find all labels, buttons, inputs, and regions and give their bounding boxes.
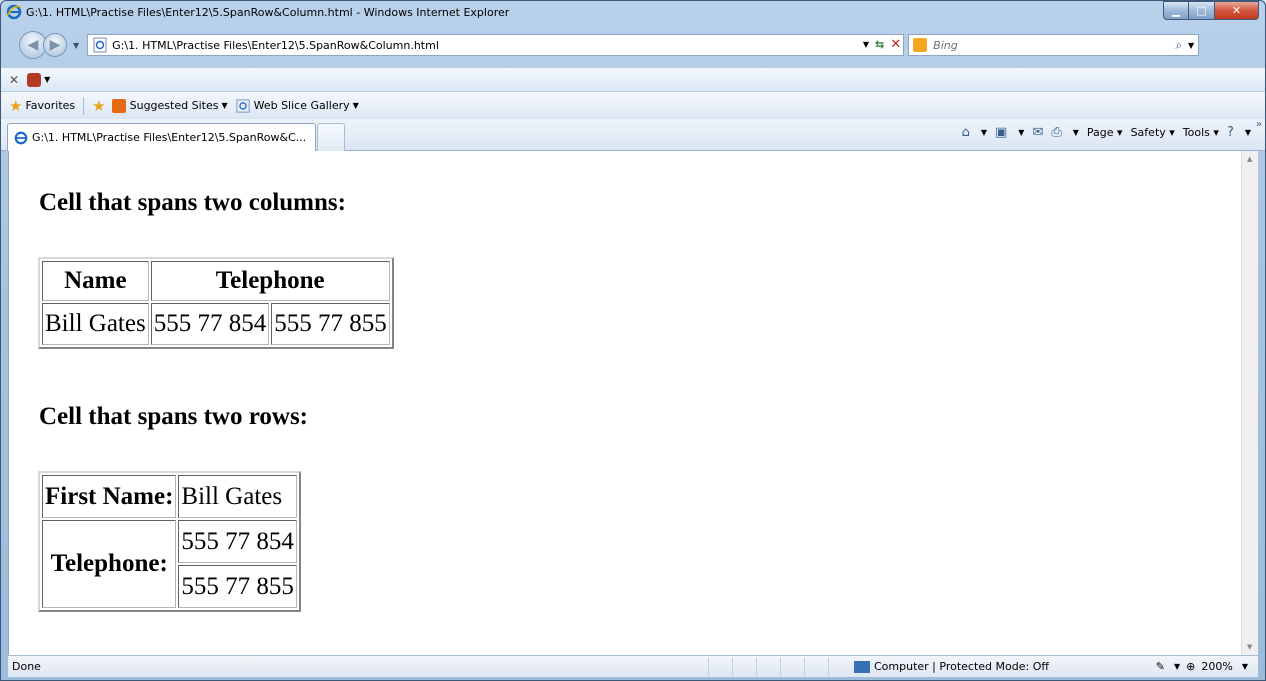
print-icon[interactable]: ⎙	[1051, 125, 1061, 140]
web-slice-gallery-dropdown[interactable]: ▼	[353, 101, 359, 110]
header-name: Name	[42, 261, 149, 301]
cell-phone-1: 555 77 854	[150, 303, 270, 345]
suggested-sites-dropdown[interactable]: ▼	[221, 101, 227, 110]
maximize-button[interactable]: □	[1189, 1, 1215, 20]
help-icon[interactable]: ?	[1227, 125, 1234, 140]
close-toolbar-icon[interactable]: ✕	[9, 73, 19, 87]
forward-arrow-icon: ▶	[49, 37, 61, 53]
scroll-up-icon[interactable]: ▲	[1247, 155, 1252, 163]
status-panels	[708, 658, 852, 676]
page-icon	[93, 37, 107, 53]
recent-pages-dropdown[interactable]: ▼	[73, 41, 79, 50]
forward-button[interactable]: ▶	[43, 33, 67, 57]
more-tools-chevron-icon[interactable]: »	[1256, 119, 1262, 130]
heading-colspan: Cell that spans two columns:	[39, 189, 346, 216]
suggested-sites-icon	[111, 98, 126, 113]
help-dropdown[interactable]: ▼	[1245, 128, 1251, 137]
address-bar[interactable]: G:\1. HTML\Practise Files\Enter12\5.Span…	[87, 34, 905, 56]
home-dropdown[interactable]: ▼	[981, 128, 987, 137]
ie-logo-icon	[6, 4, 22, 20]
cell-phone-1: 555 77 854	[178, 520, 297, 563]
refresh-icon[interactable]: ⇆	[875, 38, 884, 51]
zoom-icon: ⊕	[1186, 660, 1196, 673]
new-tab-button[interactable]	[317, 123, 345, 151]
add-to-favorites-icon[interactable]: ★	[92, 97, 105, 115]
print-dropdown[interactable]: ▼	[1073, 128, 1079, 137]
tab-label: G:\1. HTML\Practise Files\Enter12\5.Span…	[32, 131, 307, 144]
tab-bar: G:\1. HTML\Practise Files\Enter12\5.Span…	[1, 119, 1265, 151]
vertical-scrollbar[interactable]: ▲ ▼	[1241, 151, 1258, 655]
page-content: Cell that spans two columns: Name Teleph…	[8, 151, 1258, 655]
separator	[83, 96, 85, 115]
table-row: Bill Gates 555 77 854 555 77 855	[42, 303, 390, 345]
search-icon[interactable]: ⌕	[1175, 38, 1182, 53]
favorites-star-icon[interactable]: ★	[9, 97, 22, 115]
feeds-dropdown[interactable]: ▼	[1018, 128, 1024, 137]
navigation-bar: ◀ ▶ ▼ G:\1. HTML\Practise Files\Enter12\…	[1, 25, 1265, 65]
bing-logo-icon	[913, 38, 928, 52]
zoom-dropdown[interactable]: ▼	[1242, 662, 1248, 671]
computer-icon	[854, 660, 870, 673]
safety-menu[interactable]: Safety ▾	[1131, 126, 1175, 139]
web-slice-gallery-link[interactable]: Web Slice Gallery	[254, 99, 350, 112]
feeds-icon[interactable]: ▣	[995, 125, 1007, 140]
title-bar[interactable]: G:\1. HTML\Practise Files\Enter12\5.Span…	[1, 1, 1265, 23]
zone-label: Computer | Protected Mode: Off	[874, 660, 1049, 673]
zoom-level[interactable]: 200%	[1201, 660, 1232, 673]
cell-name: Bill Gates	[42, 303, 149, 345]
tools-menu[interactable]: Tools ▾	[1183, 126, 1219, 139]
search-options-dropdown[interactable]: ▼	[1188, 41, 1194, 50]
web-slice-icon	[236, 98, 250, 113]
back-arrow-icon: ◀	[27, 37, 39, 53]
tab-ie-icon	[14, 131, 28, 144]
close-icon: ✕	[1231, 4, 1242, 17]
heading-rowspan: Cell that spans two rows:	[39, 403, 308, 430]
mail-icon[interactable]: ✉	[1032, 125, 1043, 140]
cell-phone-2: 555 77 855	[271, 303, 390, 345]
address-dropdown[interactable]: ▼	[863, 40, 869, 49]
scroll-down-icon[interactable]: ▼	[1247, 643, 1252, 651]
toolbar-addon-icon[interactable]	[27, 72, 42, 87]
status-text: Done	[12, 660, 41, 673]
search-box[interactable]: Bing ⌕ ▼	[908, 34, 1200, 56]
maximize-icon: □	[1196, 4, 1207, 17]
tab-active[interactable]: G:\1. HTML\Practise Files\Enter12\5.Span…	[7, 123, 316, 151]
add-on-icon[interactable]: ✎	[1156, 660, 1165, 673]
table-row: First Name: Bill Gates	[42, 475, 297, 518]
favorites-bar: ★ Favorites ★ Suggested Sites ▼ Web Slic…	[1, 92, 1265, 119]
colspan-table: Name Telephone Bill Gates 555 77 854 555…	[38, 257, 394, 349]
header-telephone: Telephone	[150, 261, 390, 301]
label-telephone: Telephone:	[42, 520, 177, 608]
address-url: G:\1. HTML\Practise Files\Enter12\5.Span…	[112, 38, 439, 52]
add-on-dropdown[interactable]: ▼	[1174, 662, 1180, 671]
rowspan-table: First Name: Bill Gates Telephone: 555 77…	[38, 471, 301, 612]
cell-first-name: Bill Gates	[178, 475, 297, 518]
stop-icon[interactable]: ✕	[890, 37, 901, 52]
minimize-button[interactable]: ▁	[1163, 1, 1189, 20]
close-window-button[interactable]: ✕	[1215, 1, 1259, 20]
toolbar-addon-dropdown[interactable]: ▼	[44, 75, 50, 84]
page-menu[interactable]: Page ▾	[1087, 126, 1123, 139]
suggested-sites-link[interactable]: Suggested Sites	[130, 99, 219, 112]
favorites-button[interactable]: Favorites	[25, 99, 75, 112]
window-title: G:\1. HTML\Practise Files\Enter12\5.Span…	[26, 5, 510, 19]
browser-window: G:\1. HTML\Practise Files\Enter12\5.Span…	[0, 0, 1266, 681]
minimize-icon: ▁	[1171, 4, 1181, 17]
toolbar-row: ✕ ▼	[1, 67, 1265, 91]
cell-phone-2: 555 77 855	[178, 565, 297, 608]
home-icon[interactable]: ⌂	[962, 125, 970, 140]
label-first-name: First Name:	[42, 475, 177, 518]
status-bar: Done Computer | Protected Mode: Off ✎ ▼ …	[8, 655, 1258, 677]
security-zone[interactable]: Computer | Protected Mode: Off	[854, 660, 1049, 673]
search-placeholder: Bing	[933, 38, 958, 52]
table-header-row: Name Telephone	[42, 261, 390, 301]
table-row: Telephone: 555 77 854	[42, 520, 297, 608]
